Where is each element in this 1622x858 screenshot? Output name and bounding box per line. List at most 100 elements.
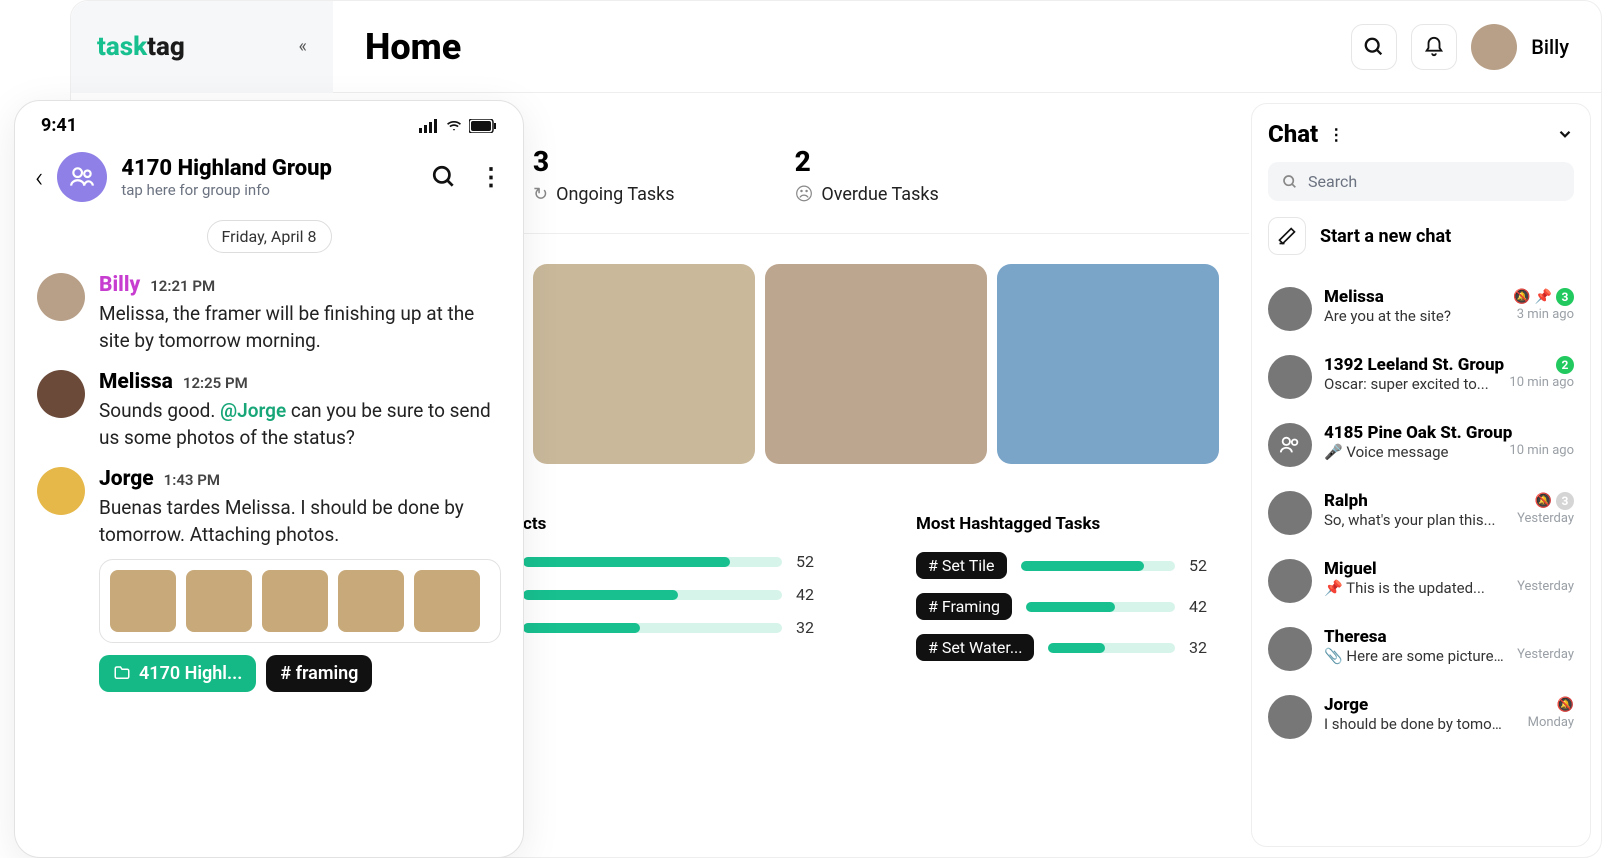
unread-badge: 3 (1556, 492, 1574, 510)
chat-panel-header: Chat ⋮ (1268, 120, 1574, 148)
chat-time: 10 min ago (1509, 443, 1574, 461)
date-pill: Friday, April 8 (207, 220, 332, 253)
stat-overdue: 2 ☹Overdue Tasks (795, 145, 939, 205)
mobile-status-icons (419, 115, 497, 136)
collapse-sidebar-icon[interactable]: « (299, 36, 307, 57)
search-placeholder: Search (1308, 172, 1357, 191)
search-button[interactable] (1351, 24, 1397, 70)
photo-attachments (99, 559, 501, 643)
new-chat-label: Start a new chat (1320, 226, 1451, 247)
chat-time: 3 min ago (1517, 307, 1574, 325)
wifi-icon (445, 119, 463, 133)
photo-thumbnail[interactable] (765, 264, 987, 464)
topbar-main: Home Billy (333, 24, 1601, 70)
mute-icon: 🔕 (1557, 697, 1574, 713)
logo: tasktag (97, 32, 185, 62)
message-text: Melissa, the framer will be finishing up… (99, 301, 501, 354)
chat-preview: So, what's your plan this... (1324, 511, 1496, 529)
search-icon (1363, 36, 1385, 58)
message-time: 12:25 PM (183, 374, 248, 392)
hashtag-pill[interactable]: # Framing (916, 593, 1012, 620)
mic-icon: 🎤 (1324, 443, 1343, 461)
photo-thumbnail[interactable] (414, 570, 480, 632)
chat-list-item[interactable]: Theresa📎 Here are some pictures...Yester… (1268, 615, 1574, 683)
bell-icon (1423, 36, 1445, 58)
mention-link[interactable]: @Jorge (220, 399, 286, 422)
page-title: Home (365, 26, 461, 68)
chat-preview: 📌 This is the updated... (1324, 579, 1485, 597)
chat-name: Ralph (1324, 491, 1368, 511)
mobile-header-titles[interactable]: 4170 Highland Group tap here for group i… (121, 156, 332, 199)
user-avatar[interactable] (1471, 24, 1517, 70)
chat-name: Melissa (1324, 287, 1384, 307)
search-icon[interactable] (431, 164, 457, 190)
chat-avatar (1268, 355, 1312, 399)
stat-label: ↻Ongoing Tasks (533, 184, 675, 205)
chat-avatar (1268, 695, 1312, 739)
photo-thumbnail[interactable] (110, 570, 176, 632)
mobile-group-subtitle: tap here for group info (121, 181, 332, 199)
hashtag-pill[interactable]: # Set Water... (916, 634, 1034, 661)
notifications-button[interactable] (1411, 24, 1457, 70)
chat-preview: I should be done by tomor... (1324, 715, 1504, 733)
chat-search-input[interactable]: Search (1268, 162, 1574, 201)
hashtag-row: # Set Tile52 (916, 552, 1219, 579)
chat-name: 1392 Leeland St. Group (1324, 355, 1504, 375)
chat-preview: 📎 Here are some pictures... (1324, 647, 1504, 665)
chat-list-item[interactable]: 1392 Leeland St. Group2Oscar: super exci… (1268, 343, 1574, 411)
clip-icon: 📎 (1324, 647, 1343, 665)
chat-avatar (1268, 627, 1312, 671)
chat-list-item[interactable]: Miguel📌 This is the updated...Yesterday (1268, 547, 1574, 615)
hashtag-col-title: cts (523, 514, 826, 534)
message-text: Buenas tardes Melissa. I should be done … (99, 495, 501, 548)
chat-name: Miguel (1324, 559, 1377, 579)
chat-list-item[interactable]: Jorge🔕I should be done by tomor...Monday (1268, 683, 1574, 751)
photo-thumbnail[interactable] (186, 570, 252, 632)
pin-icon: 📌 (1535, 289, 1552, 305)
hashtag-col-1: cts 52 42 32 (523, 514, 826, 675)
chat-name: Jorge (1324, 695, 1368, 715)
chat-avatar (1268, 423, 1312, 467)
chat-list-item[interactable]: 4185 Pine Oak St. Group🎤 Voice message10… (1268, 411, 1574, 479)
chat-menu-icon[interactable]: ⋮ (1328, 125, 1344, 144)
chat-list-item[interactable]: Melissa🔕📌3Are you at the site?3 min ago (1268, 275, 1574, 343)
back-icon[interactable]: ‹ (35, 161, 43, 194)
chat-name: 4185 Pine Oak St. Group (1324, 423, 1512, 443)
sidebar-header: tasktag « (71, 1, 333, 93)
chat-avatar (1268, 491, 1312, 535)
sad-face-icon: ☹ (795, 184, 814, 205)
chat-list-item[interactable]: Ralph🔕3So, what's your plan this...Yeste… (1268, 479, 1574, 547)
more-icon[interactable]: ⋮ (479, 163, 503, 191)
stat-ongoing: 3 ↻Ongoing Tasks (533, 145, 675, 205)
mobile-chat-header: ‹ 4170 Highland Group tap here for group… (15, 142, 523, 212)
search-icon (1282, 174, 1298, 190)
refresh-icon: ↻ (533, 184, 548, 205)
users-icon (69, 164, 95, 190)
message-time: 12:21 PM (150, 277, 215, 295)
project-tag[interactable]: 4170 Highl... (99, 655, 256, 692)
mobile-status-bar: 9:41 (15, 101, 523, 142)
photo-thumbnail[interactable] (997, 264, 1219, 464)
photo-thumbnail[interactable] (262, 570, 328, 632)
chat-name: Theresa (1324, 627, 1387, 647)
unread-badge: 2 (1556, 356, 1574, 374)
hashtag-pill[interactable]: # Set Tile (916, 552, 1007, 579)
message-sender[interactable]: Billy (99, 273, 140, 297)
photo-thumbnail[interactable] (338, 570, 404, 632)
hashtag-row: # Set Water...32 (916, 634, 1219, 661)
start-new-chat-button[interactable]: Start a new chat (1268, 217, 1574, 255)
stat-value: 2 (795, 145, 939, 178)
mobile-overlay: 9:41 ‹ 4170 Highland Group tap here for … (14, 100, 524, 858)
hashtag-row: 42 (523, 585, 826, 604)
hashtag-row: 52 (523, 552, 826, 571)
hashtag-col-2: Most Hashtagged Tasks # Set Tile52 # Fra… (916, 514, 1219, 675)
hashtag-tag[interactable]: # framing (266, 655, 372, 692)
message-text: Sounds good. @Jorge can you be sure to s… (99, 398, 501, 451)
chat-avatar (1268, 559, 1312, 603)
stat-value: 3 (533, 145, 675, 178)
collapse-chat-icon[interactable] (1556, 125, 1574, 143)
chat-list: Melissa🔕📌3Are you at the site?3 min ago 1… (1268, 275, 1574, 751)
photo-thumbnail[interactable] (533, 264, 755, 464)
message-sender: Melissa (99, 370, 173, 394)
group-avatar[interactable] (57, 152, 107, 202)
